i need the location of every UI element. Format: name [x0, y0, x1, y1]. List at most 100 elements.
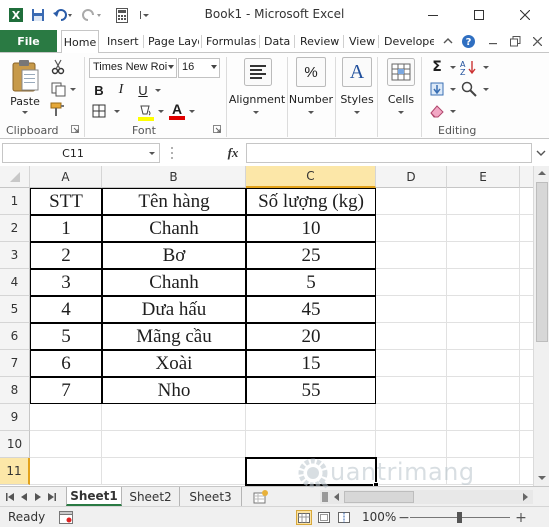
- copy-icon[interactable]: [49, 80, 67, 98]
- sheet-tab-sheet1[interactable]: Sheet1: [66, 487, 122, 506]
- find-select-dropdown-icon[interactable]: [483, 88, 489, 91]
- cells-dropdown-icon[interactable]: [398, 111, 404, 114]
- underline-dropdown-icon[interactable]: [155, 89, 161, 92]
- table-cell[interactable]: 20: [246, 323, 376, 350]
- font-color-dropdown-icon[interactable]: [189, 110, 195, 113]
- alignment-icon[interactable]: [243, 57, 273, 87]
- table-cell[interactable]: Bơ: [102, 242, 246, 269]
- sort-filter-icon[interactable]: AZ: [459, 58, 481, 76]
- table-cell[interactable]: 4: [30, 296, 102, 323]
- vertical-scrollbar[interactable]: [533, 166, 549, 486]
- row-header-9[interactable]: 9: [0, 404, 30, 431]
- zoom-in-button[interactable]: +: [514, 510, 528, 526]
- workbook-close-icon[interactable]: [528, 33, 546, 49]
- prev-sheet-icon[interactable]: [18, 490, 30, 504]
- autosum-dropdown-icon[interactable]: [450, 66, 456, 69]
- table-cell[interactable]: 7: [30, 377, 102, 404]
- formula-bar-splitter-icon[interactable]: [163, 144, 181, 162]
- paste-dropdown-icon[interactable]: [22, 111, 28, 114]
- macro-recording-icon[interactable]: [58, 510, 74, 525]
- underline-button[interactable]: U: [134, 81, 152, 99]
- close-button[interactable]: [502, 0, 548, 30]
- row-header-8[interactable]: 8: [0, 377, 30, 404]
- styles-dropdown-icon[interactable]: [354, 111, 360, 114]
- row-header-5[interactable]: 5: [0, 296, 30, 323]
- zoom-out-button[interactable]: −: [398, 510, 410, 526]
- cut-icon[interactable]: [49, 58, 67, 76]
- scroll-right-icon[interactable]: [519, 490, 531, 504]
- tab-data[interactable]: Data: [260, 30, 294, 52]
- select-all-corner[interactable]: [0, 166, 30, 188]
- tab-developer[interactable]: Develope: [380, 30, 434, 52]
- tab-file[interactable]: File: [0, 30, 57, 52]
- horizontal-scrollbar[interactable]: [320, 490, 533, 504]
- clipboard-launcher-icon[interactable]: [70, 124, 80, 134]
- number-button[interactable]: Number: [288, 93, 334, 106]
- undo-icon[interactable]: [51, 6, 75, 24]
- workbook-restore-icon[interactable]: [506, 33, 524, 49]
- table-cell[interactable]: 5: [30, 323, 102, 350]
- table-cell[interactable]: 25: [246, 242, 376, 269]
- first-sheet-icon[interactable]: [4, 490, 16, 504]
- table-header-cell[interactable]: Số lượng (kg): [246, 188, 376, 215]
- customize-qat-icon[interactable]: [136, 6, 152, 24]
- table-cell[interactable]: Xoài: [102, 350, 246, 377]
- insert-sheet-icon[interactable]: [252, 489, 270, 505]
- cells-button[interactable]: Cells: [384, 93, 418, 106]
- name-box[interactable]: C11: [2, 143, 160, 163]
- clear-dropdown-icon[interactable]: [450, 110, 456, 113]
- sheet-tab-sheet3[interactable]: Sheet3: [180, 487, 242, 506]
- row-header-7[interactable]: 7: [0, 350, 30, 377]
- row-header-2[interactable]: 2: [0, 215, 30, 242]
- tab-home[interactable]: Home: [61, 30, 99, 53]
- autosum-icon[interactable]: Σ: [428, 58, 446, 76]
- table-header-cell[interactable]: STT: [30, 188, 102, 215]
- borders-dropdown-icon[interactable]: [114, 110, 120, 113]
- fill-icon[interactable]: [428, 80, 446, 98]
- horizontal-scroll-thumb[interactable]: [344, 491, 414, 503]
- font-color-icon[interactable]: A: [167, 101, 187, 121]
- column-header-partial[interactable]: [520, 166, 533, 188]
- table-cell[interactable]: Chanh: [102, 269, 246, 296]
- column-header-e[interactable]: E: [447, 166, 520, 188]
- format-painter-icon[interactable]: [49, 100, 67, 118]
- number-format-icon[interactable]: %: [296, 57, 326, 87]
- maximize-button[interactable]: [456, 0, 502, 30]
- row-header-11[interactable]: 11: [0, 458, 30, 485]
- alignment-dropdown-icon[interactable]: [253, 111, 259, 114]
- fill-color-dropdown-icon[interactable]: [158, 110, 164, 113]
- table-cell[interactable]: 3: [30, 269, 102, 296]
- worksheet-grid[interactable]: A B C D E 1 2 3 4 5 6 7 8 9 10 11 STT Tê…: [0, 166, 533, 486]
- redo-icon[interactable]: [80, 6, 104, 24]
- last-sheet-icon[interactable]: [46, 490, 58, 504]
- scroll-down-icon[interactable]: [535, 471, 549, 485]
- workbook-minimize-icon[interactable]: [484, 33, 502, 49]
- tab-review[interactable]: Review: [296, 30, 343, 52]
- table-cell[interactable]: 45: [246, 296, 376, 323]
- cells-icon[interactable]: [386, 57, 416, 87]
- tab-insert[interactable]: Insert: [103, 30, 143, 52]
- italic-button[interactable]: I: [112, 81, 130, 99]
- tab-page-layout[interactable]: Page Layo: [144, 30, 199, 52]
- row-header-4[interactable]: 4: [0, 269, 30, 296]
- font-launcher-icon[interactable]: [212, 124, 222, 134]
- row-header-10[interactable]: 10: [0, 431, 30, 458]
- sheet-tab-sheet2[interactable]: Sheet2: [122, 487, 180, 506]
- minimize-ribbon-icon[interactable]: [440, 33, 456, 49]
- help-icon[interactable]: ?: [460, 33, 476, 49]
- table-cell[interactable]: Dưa hấu: [102, 296, 246, 323]
- clear-icon[interactable]: [428, 102, 446, 120]
- fill-color-icon[interactable]: [136, 102, 156, 122]
- tab-view[interactable]: View: [345, 30, 379, 52]
- table-cell[interactable]: 15: [246, 350, 376, 377]
- horizontal-split-box[interactable]: [322, 492, 328, 502]
- table-cell[interactable]: 55: [246, 377, 376, 404]
- zoom-slider-thumb[interactable]: [457, 512, 462, 523]
- name-box-dropdown-icon[interactable]: [149, 152, 155, 155]
- table-header-cell[interactable]: Tên hàng: [102, 188, 246, 215]
- table-cell[interactable]: 10: [246, 215, 376, 242]
- column-header-b[interactable]: B: [102, 166, 246, 188]
- find-select-icon[interactable]: [459, 80, 481, 98]
- paste-icon[interactable]: [8, 57, 42, 95]
- row-header-3[interactable]: 3: [0, 242, 30, 269]
